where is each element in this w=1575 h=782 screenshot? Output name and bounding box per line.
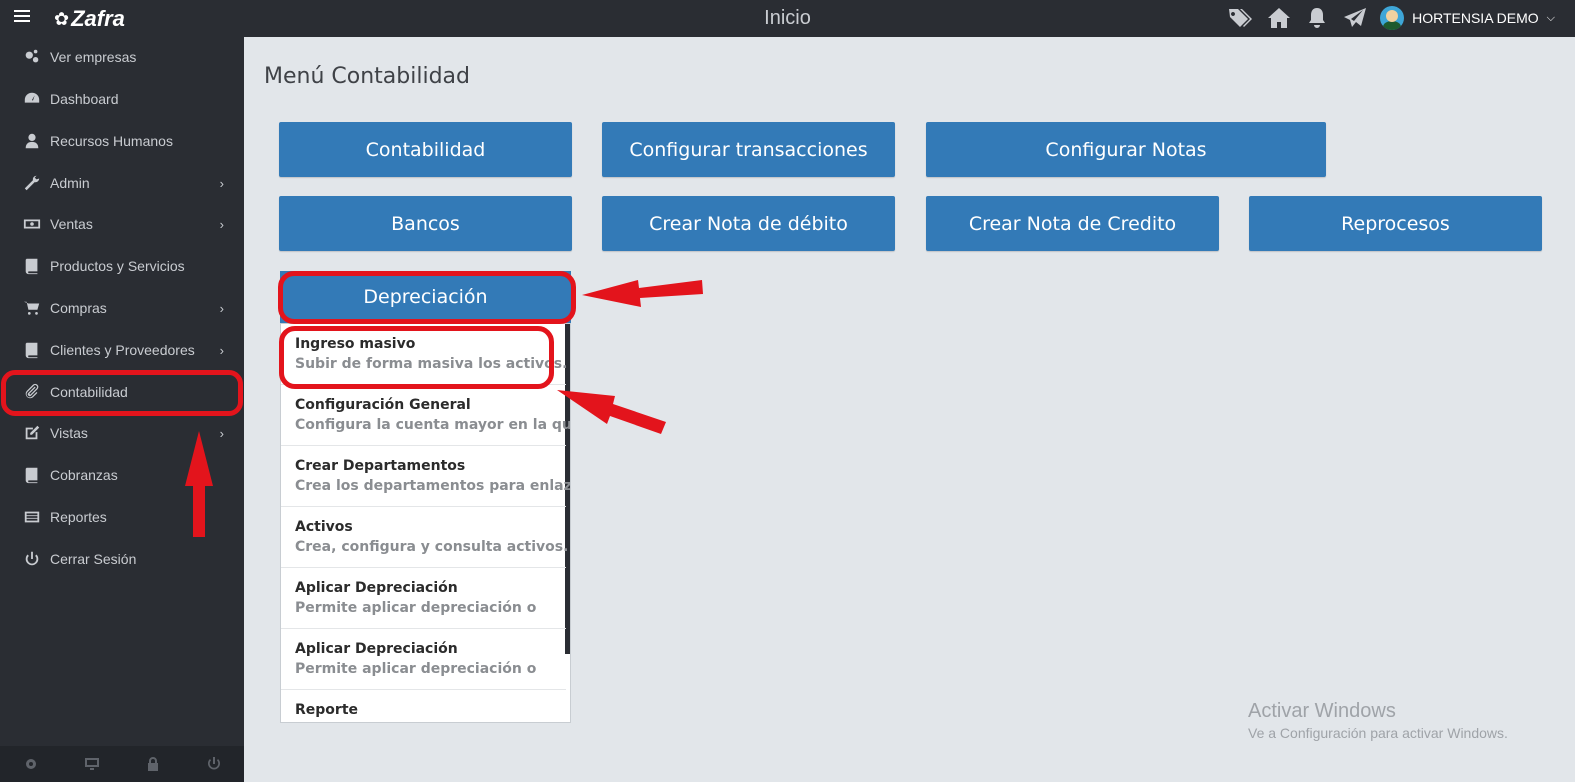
arrow-left-annotation-1: [582, 280, 703, 307]
arrow-left-annotation-2: [557, 390, 666, 434]
windows-watermark-title: Activar Windows: [1248, 700, 1396, 722]
annotation-arrows: [185, 280, 703, 537]
arrow-up-annotation: [185, 431, 213, 537]
windows-watermark-subtitle: Ve a Configuración para activar Windows.: [1248, 725, 1508, 741]
